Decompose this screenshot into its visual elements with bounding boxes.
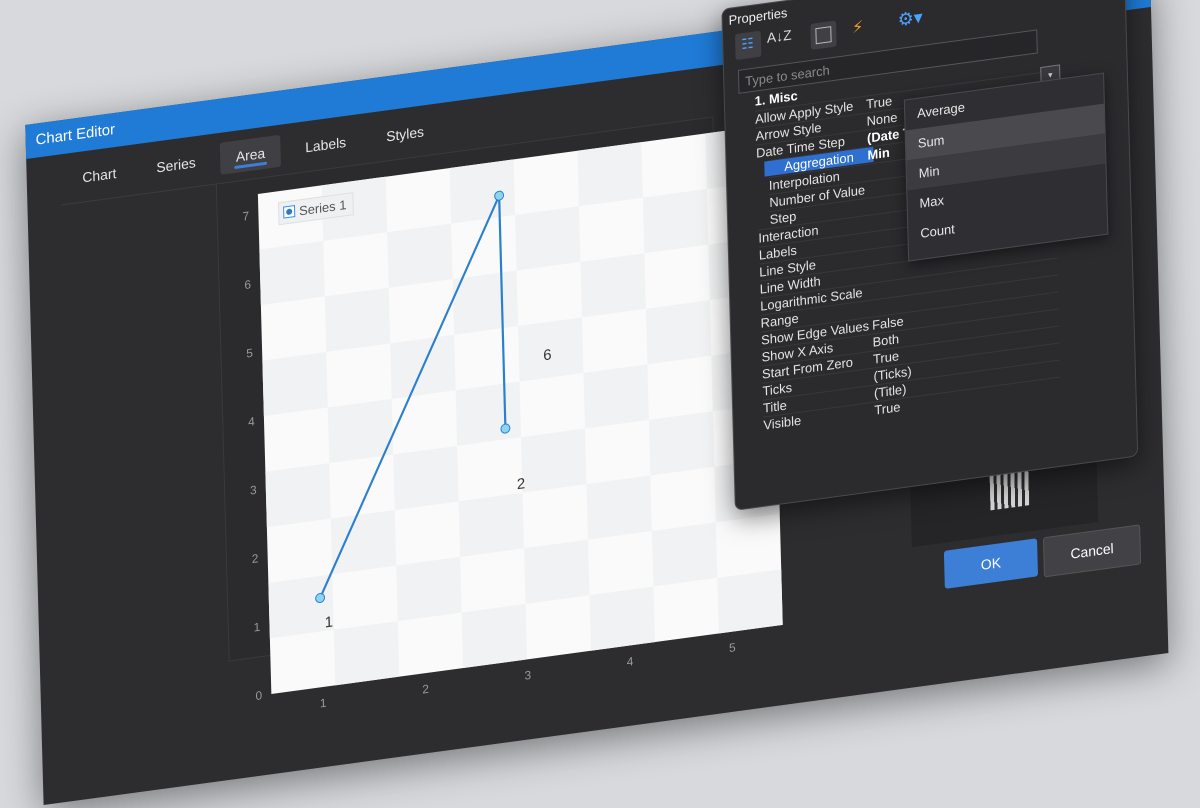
grid-cell: [262, 351, 328, 417]
grid-cell: [393, 445, 459, 511]
gear-icon[interactable]: ⚙▾: [897, 7, 923, 36]
grid-cell: [583, 364, 649, 429]
grid-cell: [521, 428, 587, 493]
legend-marker-icon: [283, 205, 296, 219]
grid-cell: [387, 223, 453, 288]
grid-cell: [717, 569, 783, 634]
data-label: 2: [517, 475, 526, 493]
alphabetical-sort-button[interactable]: A↓Z: [767, 26, 792, 55]
grid-cell: [265, 463, 331, 528]
y-tick-label: 4: [248, 414, 255, 429]
y-tick-label: 7: [242, 209, 249, 224]
x-tick-label: 3: [524, 668, 531, 683]
grid-cell: [515, 206, 581, 271]
grid-cell: [580, 253, 646, 318]
grid-cell: [461, 603, 528, 669]
y-tick-label: 0: [255, 688, 262, 703]
property-value[interactable]: Min: [867, 145, 890, 163]
grid-cell: [524, 539, 590, 604]
y-tick-label: 5: [246, 346, 253, 361]
grid-cell: [589, 586, 655, 651]
grid-cell: [648, 411, 715, 476]
grid-cell: [645, 300, 712, 365]
y-tick-label: 2: [252, 551, 259, 566]
x-tick-label: 2: [422, 682, 429, 697]
categorized-icon: ☷: [740, 34, 754, 53]
grid-cell: [259, 240, 325, 306]
legend-series-name: Series 1: [298, 197, 347, 219]
grid-cell: [586, 475, 652, 540]
properties-panel: Properties ☷ A↓Z ⚡ ⚙▾ 1. Misc Allow Appl…: [721, 0, 1139, 511]
x-tick-label: 5: [729, 640, 736, 655]
grid-cell: [324, 287, 391, 352]
y-tick-label: 3: [250, 483, 257, 498]
data-label: 6: [543, 346, 552, 364]
y-tick-label: 1: [253, 620, 260, 635]
events-lightning-icon[interactable]: ⚡: [852, 17, 864, 45]
properties-title: Properties: [728, 4, 788, 28]
y-tick-label: 6: [244, 277, 251, 292]
grid-cell: [333, 621, 400, 686]
categorized-view-button[interactable]: ☷: [734, 30, 762, 61]
perspective-scene: Chart Editor ▫ ✕ Chart Series Area Label…: [0, 0, 1200, 806]
grid-cell: [651, 522, 718, 587]
properties-view-button[interactable]: [810, 20, 837, 50]
grid-cell: [330, 510, 397, 575]
x-tick-label: 1: [320, 696, 327, 711]
data-label: 1: [325, 613, 334, 631]
grid-cell: [458, 492, 525, 557]
properties-icon: [815, 26, 832, 45]
grid-cell: [642, 189, 709, 254]
x-tick-label: 4: [627, 654, 634, 669]
property-name: Visible: [763, 412, 802, 433]
grid-cell: [449, 159, 516, 224]
grid-cell: [577, 142, 643, 207]
aggregation-dropdown: Average Sum Min Max Count: [903, 72, 1109, 262]
grid-cell: [396, 556, 462, 622]
property-value[interactable]: True: [874, 399, 900, 418]
grid-cell: [455, 381, 522, 446]
